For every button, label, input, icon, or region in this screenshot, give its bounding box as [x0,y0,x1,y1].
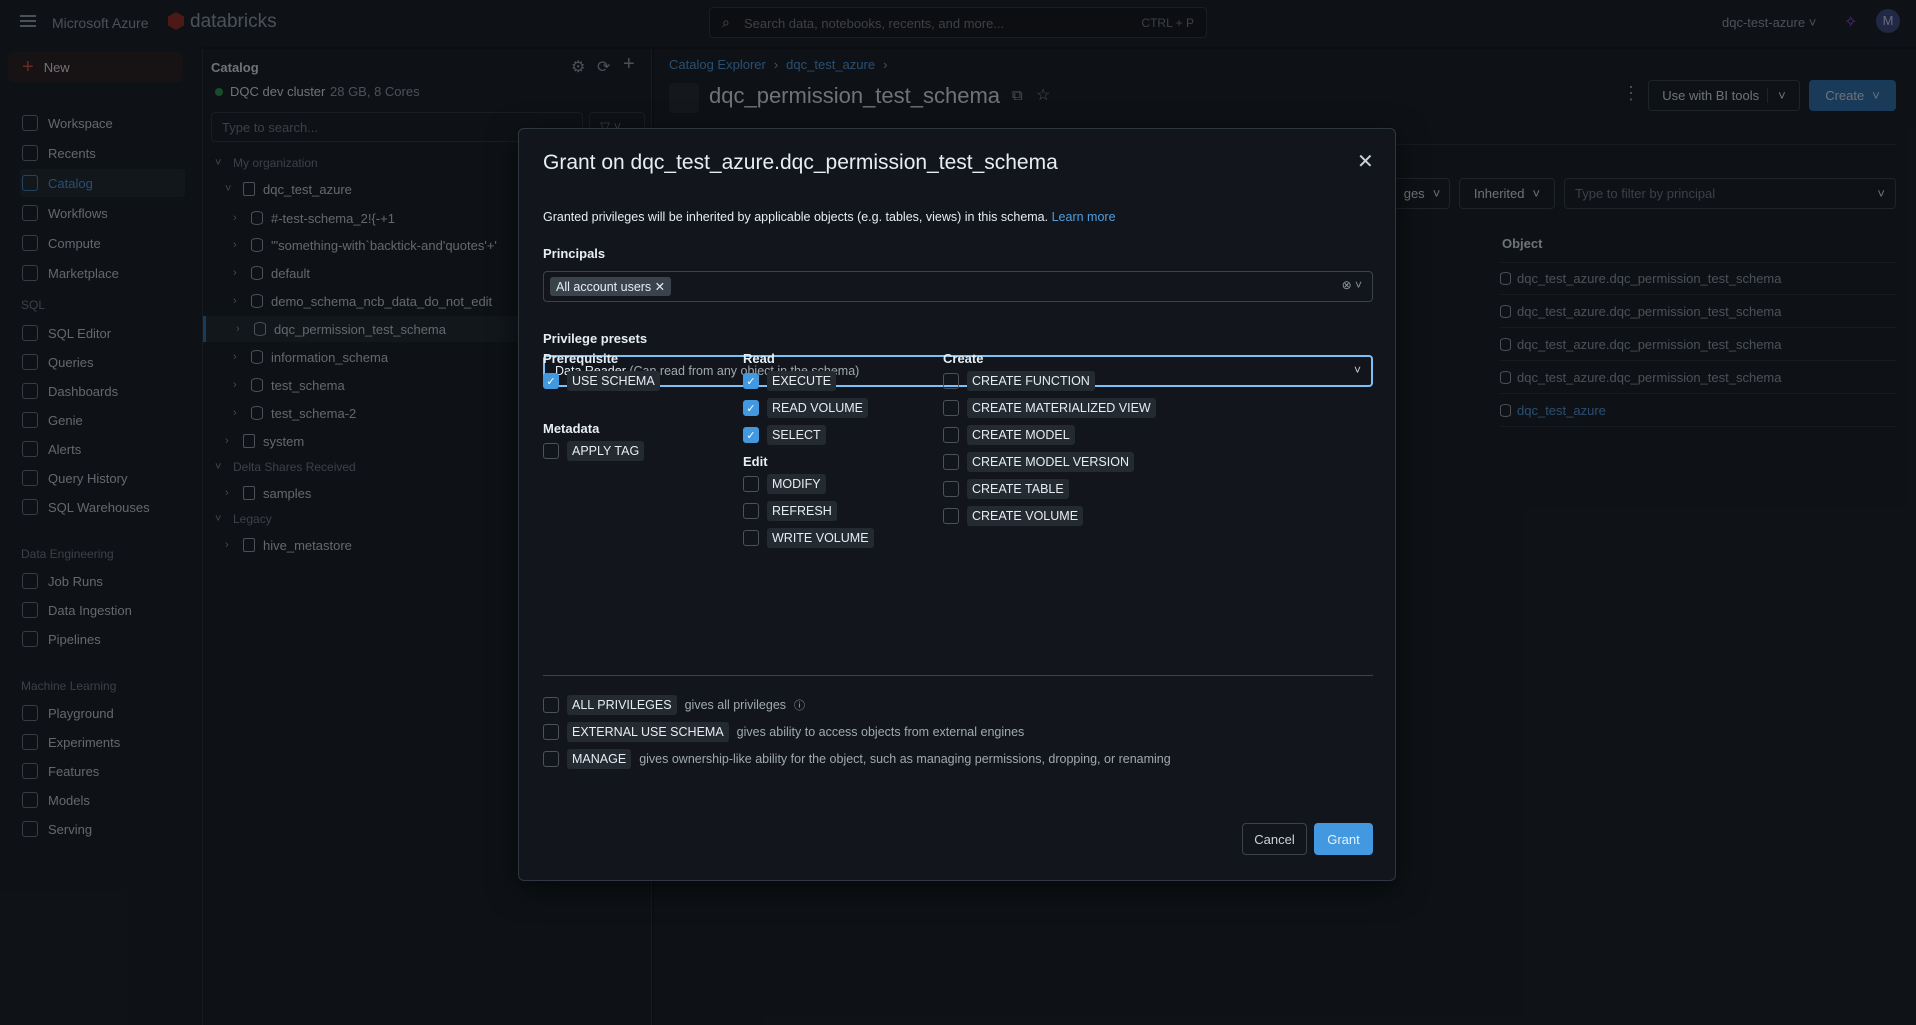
grant-dialog: Grant on dqc_test_azure.dqc_permission_t… [518,128,1396,881]
checkbox-unchecked-icon[interactable] [943,454,959,470]
checkbox-use-schema[interactable]: ✓ USE SCHEMA [543,371,660,391]
checkbox-unchecked-icon[interactable] [743,530,759,546]
checkbox-unchecked-icon[interactable] [943,400,959,416]
checkbox-unchecked-icon[interactable] [543,697,559,713]
read-group-title: Read [743,351,775,366]
privilege-label: CREATE MODEL VERSION [967,452,1134,472]
cancel-label: Cancel [1254,831,1295,847]
checkbox-select[interactable]: ✓ SELECT [743,425,826,445]
checkbox-unchecked-icon[interactable] [543,443,559,459]
dialog-description: Granted privileges will be inherited by … [543,210,1116,224]
privilege-label: CREATE VOLUME [967,506,1084,526]
learn-more-link[interactable]: Learn more [1052,210,1116,224]
checkbox-create-function[interactable]: CREATE FUNCTION [943,371,1095,391]
checkbox-unchecked-icon[interactable] [943,481,959,497]
privilege-label: CREATE MATERIALIZED VIEW [967,398,1156,418]
privilege-description: gives all privileges [684,698,787,712]
privilege-description: gives ownership-like ability for the obj… [639,752,1171,766]
privilege-label: WRITE VOLUME [767,528,874,548]
checkbox-checked-icon[interactable]: ✓ [743,373,759,389]
privilege-description: gives ability to access objects from ext… [736,725,1025,739]
privilege-label: SELECT [767,425,826,445]
checkbox-modify[interactable]: MODIFY [743,474,826,494]
checkbox-external-use-schema[interactable]: EXTERNAL USE SCHEMA gives ability to acce… [543,722,1024,742]
privilege-label: CREATE FUNCTION [967,371,1095,391]
checkbox-create-table[interactable]: CREATE TABLE [943,479,1069,499]
checkbox-checked-icon[interactable]: ✓ [743,400,759,416]
checkbox-unchecked-icon[interactable] [943,373,959,389]
checkbox-unchecked-icon[interactable] [943,427,959,443]
checkbox-create-volume[interactable]: CREATE VOLUME [943,506,1084,526]
info-icon[interactable]: ⓘ [794,697,805,713]
checkbox-all-privileges[interactable]: ALL PRIVILEGES gives all privileges ⓘ [543,695,805,715]
edit-group-title: Edit [743,454,768,469]
checkbox-apply-tag[interactable]: APPLY TAG [543,441,645,461]
grant-button[interactable]: Grant [1314,823,1373,855]
grant-label: Grant [1327,831,1360,847]
privilege-label: MODIFY [767,474,826,494]
checkbox-unchecked-icon[interactable] [543,751,559,767]
privilege-label: EXTERNAL USE SCHEMA [567,722,729,742]
privilege-label: REFRESH [767,501,837,521]
privilege-label: CREATE TABLE [967,479,1069,499]
create-group-title: Create [943,351,984,366]
close-icon[interactable]: ✕ [1357,149,1374,174]
checkbox-refresh[interactable]: REFRESH [743,501,837,521]
dialog-title: Grant on dqc_test_azure.dqc_permission_t… [543,151,1058,174]
checkbox-unchecked-icon[interactable] [543,724,559,740]
checkbox-create-materialized-view[interactable]: CREATE MATERIALIZED VIEW [943,398,1156,418]
privilege-label: READ VOLUME [767,398,868,418]
checkbox-read-volume[interactable]: ✓ READ VOLUME [743,398,868,418]
checkbox-execute[interactable]: ✓ EXECUTE [743,371,837,391]
cancel-button[interactable]: Cancel [1242,823,1307,855]
checkbox-create-model[interactable]: CREATE MODEL [943,425,1075,445]
chevron-down-icon: ˅ [1353,363,1361,377]
privilege-label: APPLY TAG [567,441,645,461]
principals-input[interactable]: All account users ✕ ⊗ ˅ [543,271,1373,302]
privilege-presets-label: Privilege presets [543,331,648,346]
principals-label: Principals [543,246,606,261]
privilege-label: ALL PRIVILEGES [567,695,677,715]
checkbox-create-model-version[interactable]: CREATE MODEL VERSION [943,452,1134,472]
checkbox-write-volume[interactable]: WRITE VOLUME [743,528,874,548]
principal-chip-label: All account users [556,280,652,294]
clear-and-chevron-icon[interactable]: ⊗ ˅ [1342,278,1362,292]
checkbox-unchecked-icon[interactable] [743,476,759,492]
description-text: Granted privileges will be inherited by … [543,210,1049,224]
checkbox-checked-icon[interactable]: ✓ [743,427,759,443]
privilege-label: CREATE MODEL [967,425,1075,445]
prerequisite-group-title: Prerequisite [543,351,619,366]
privilege-label: EXECUTE [767,371,837,391]
privilege-label: USE SCHEMA [567,371,660,391]
privilege-label: MANAGE [567,749,632,769]
checkbox-unchecked-icon[interactable] [943,508,959,524]
checkbox-unchecked-icon[interactable] [743,503,759,519]
metadata-group-title: Metadata [543,421,600,436]
checkbox-manage[interactable]: MANAGE gives ownership-like ability for t… [543,749,1171,769]
principal-chip: All account users ✕ [550,277,672,296]
checkbox-checked-icon[interactable]: ✓ [543,373,559,389]
divider [543,675,1373,676]
remove-chip-icon[interactable]: ✕ [655,280,665,294]
